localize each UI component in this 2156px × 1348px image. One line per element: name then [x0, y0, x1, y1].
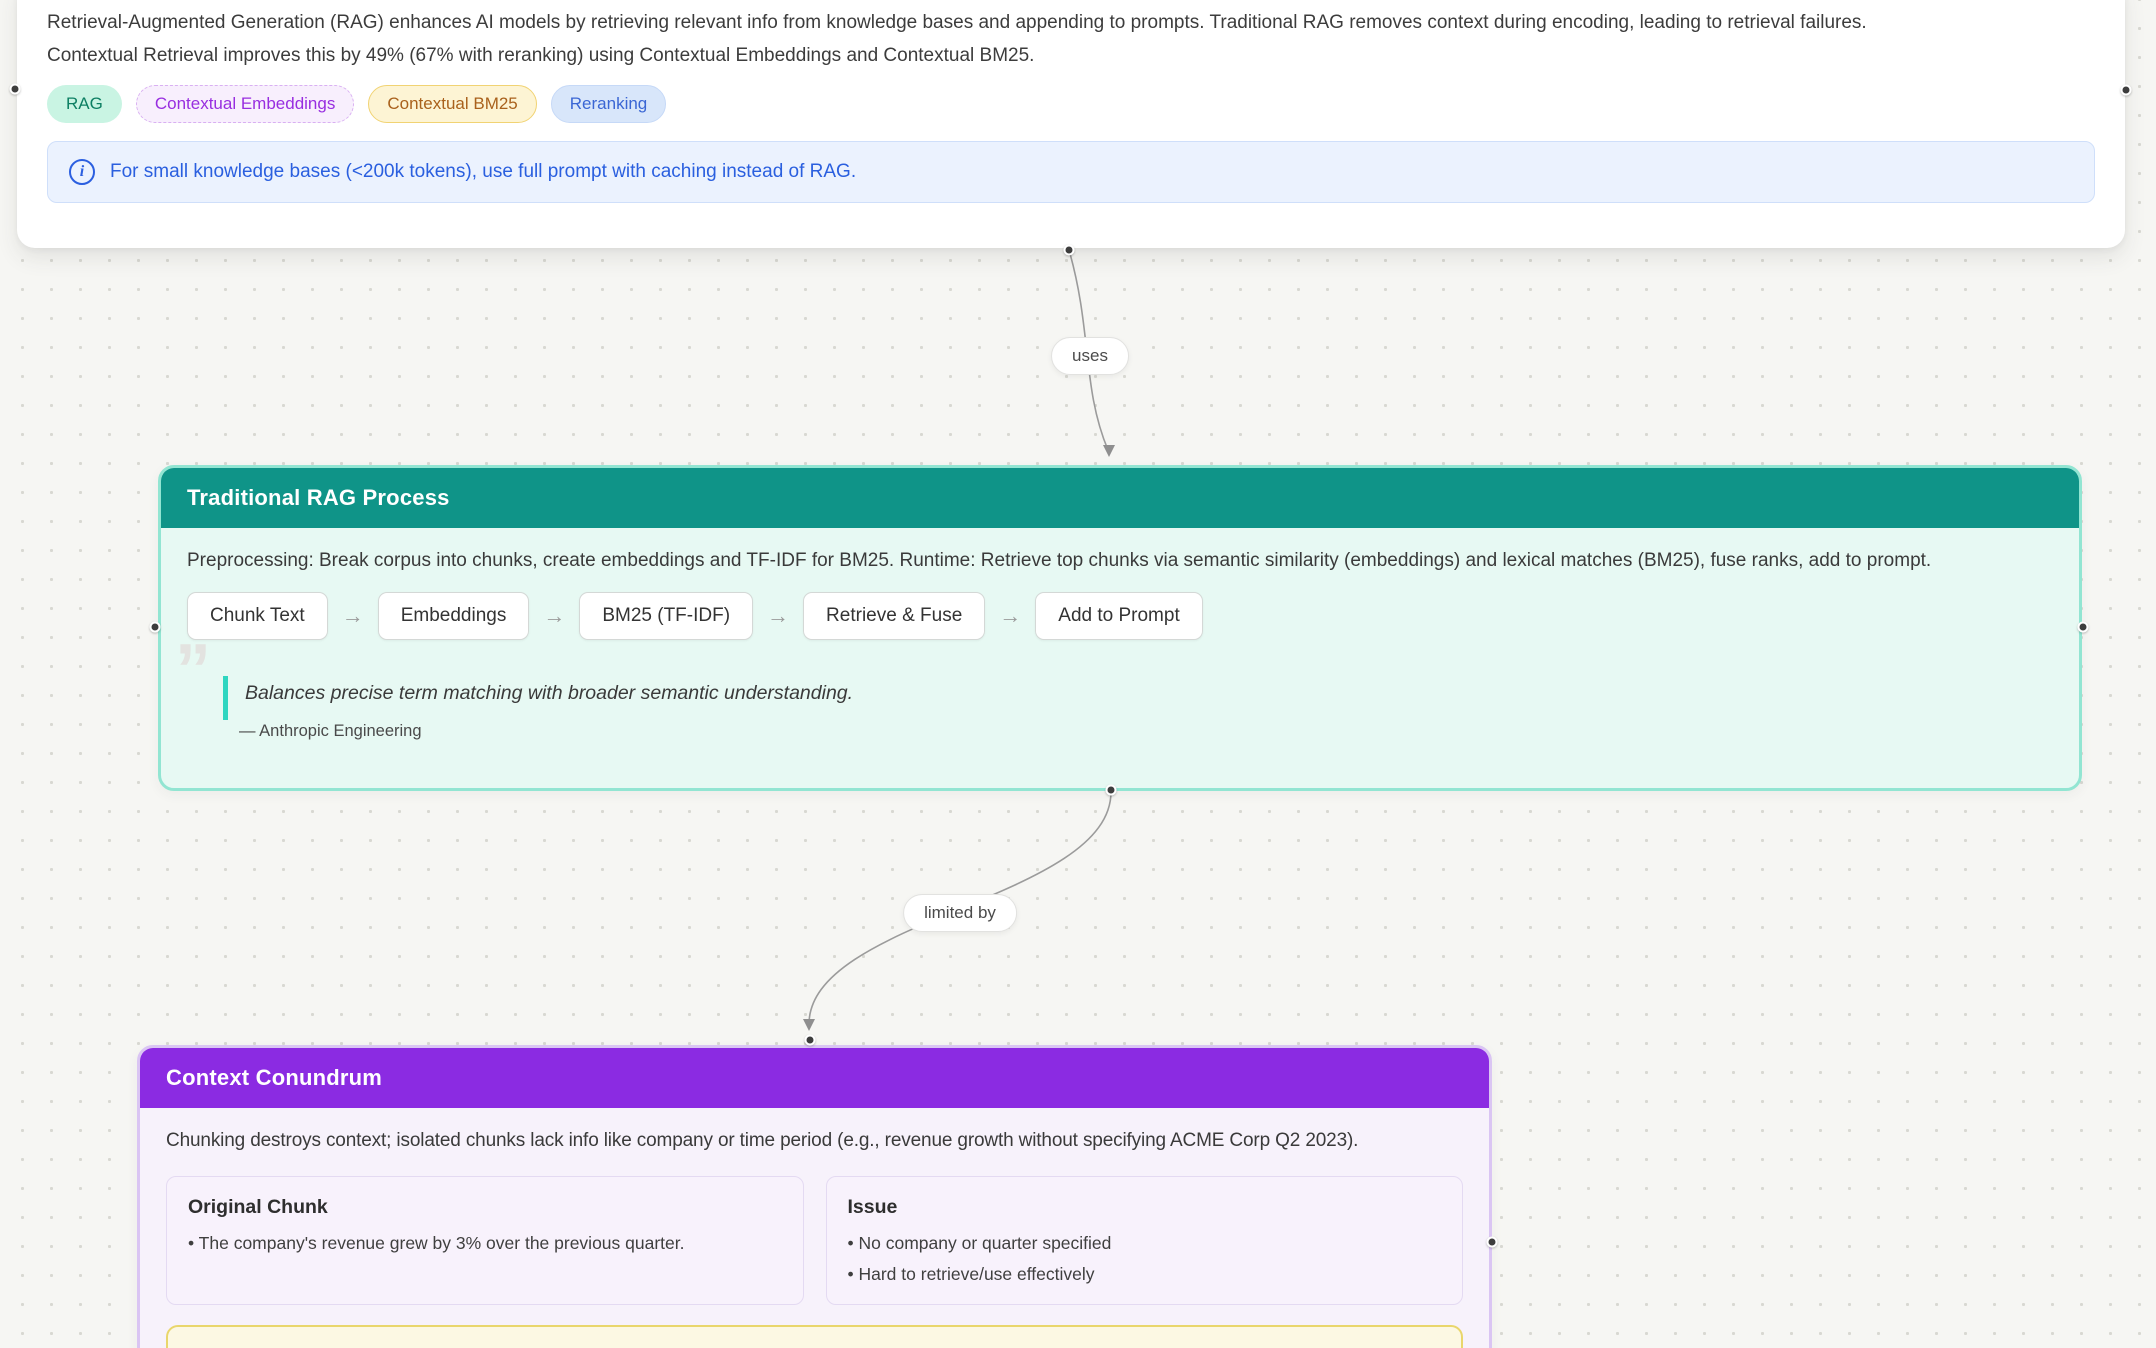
traditional-rag-header: Traditional RAG Process: [161, 468, 2079, 528]
diagram-canvas[interactable]: Retrieval-Augmented Generation (RAG) enh…: [0, 0, 2156, 1348]
quote-accent-bar: [223, 676, 228, 720]
connection-handle[interactable]: [10, 84, 21, 95]
traditional-rag-title: Traditional RAG Process: [187, 485, 450, 511]
bullet-item: • No company or quarter specified: [848, 1233, 1442, 1254]
bullet-item: • Hard to retrieve/use effectively: [848, 1264, 1442, 1285]
info-callout: i For small knowledge bases (<200k token…: [47, 141, 2095, 203]
node-traditional-rag-card[interactable]: Traditional RAG Process Preprocessing: B…: [158, 465, 2082, 791]
tag-contextual-embeddings[interactable]: Contextual Embeddings: [136, 85, 355, 123]
node-intro-card[interactable]: Retrieval-Augmented Generation (RAG) enh…: [17, 0, 2125, 248]
bullet-item: • The company's revenue grew by 3% over …: [188, 1233, 782, 1254]
traditional-rag-description: Preprocessing: Break corpus into chunks,…: [187, 550, 2053, 572]
context-conundrum-body: Chunking destroys context; isolated chun…: [140, 1108, 1489, 1348]
flow-arrow-icon: →: [342, 605, 364, 627]
info-callout-text: For small knowledge bases (<200k tokens)…: [110, 161, 856, 183]
intro-paragraph-line-2: Contextual Retrieval improves this by 49…: [47, 39, 2095, 72]
flow-row: Chunk Text → Embeddings → BM25 (TF-IDF) …: [187, 592, 2053, 640]
edge-uses-arrowhead: [1103, 445, 1115, 457]
subcard-original-chunk[interactable]: Original Chunk • The company's revenue g…: [166, 1176, 804, 1305]
flow-arrow-icon: →: [999, 605, 1021, 627]
edge-limited-by-arrowhead: [803, 1019, 815, 1031]
connection-handle[interactable]: [805, 1035, 816, 1046]
quote-mark-icon: ”: [175, 634, 207, 706]
quote-text: Balances precise term matching with broa…: [245, 668, 2053, 705]
subcards-row: Original Chunk • The company's revenue g…: [166, 1176, 1463, 1305]
flow-step-bm25[interactable]: BM25 (TF-IDF): [579, 592, 753, 640]
connection-handle[interactable]: [1487, 1237, 1498, 1248]
yellow-note-box: [166, 1325, 1463, 1348]
subcard-bullets: • The company's revenue grew by 3% over …: [188, 1233, 782, 1254]
flow-arrow-icon: →: [767, 605, 789, 627]
edge-label-limited-by[interactable]: limited by: [903, 894, 1017, 932]
context-conundrum-description: Chunking destroys context; isolated chun…: [166, 1130, 1463, 1152]
intro-paragraph-line-1: Retrieval-Augmented Generation (RAG) enh…: [47, 6, 2095, 39]
connection-handle[interactable]: [2078, 622, 2089, 633]
flow-step-retrieve-fuse[interactable]: Retrieve & Fuse: [803, 592, 985, 640]
tags-row: RAG Contextual Embeddings Contextual BM2…: [47, 85, 2095, 123]
connection-handle[interactable]: [1064, 245, 1075, 256]
flow-step-add-to-prompt[interactable]: Add to Prompt: [1035, 592, 1202, 640]
edge-label-uses[interactable]: uses: [1051, 337, 1129, 375]
subcard-bullets: • No company or quarter specified • Hard…: [848, 1233, 1442, 1285]
connection-handle[interactable]: [1106, 785, 1117, 796]
connection-handle[interactable]: [150, 622, 161, 633]
flow-step-embeddings[interactable]: Embeddings: [378, 592, 530, 640]
context-conundrum-header: Context Conundrum: [140, 1048, 1489, 1108]
context-conundrum-title: Context Conundrum: [166, 1065, 382, 1091]
info-icon: i: [69, 159, 95, 185]
quote-attribution: — Anthropic Engineering: [239, 722, 2053, 741]
flow-step-chunk-text[interactable]: Chunk Text: [187, 592, 328, 640]
tag-rag[interactable]: RAG: [47, 85, 122, 123]
node-context-conundrum-card[interactable]: Context Conundrum Chunking destroys cont…: [137, 1045, 1492, 1348]
tag-reranking[interactable]: Reranking: [551, 85, 667, 123]
subcard-heading: Original Chunk: [188, 1196, 782, 1219]
flow-arrow-icon: →: [543, 605, 565, 627]
quote-block: ” Balances precise term matching with br…: [187, 668, 2053, 741]
traditional-rag-body: Preprocessing: Break corpus into chunks,…: [161, 528, 2079, 763]
tag-contextual-bm25[interactable]: Contextual BM25: [368, 85, 536, 123]
connection-handle[interactable]: [2121, 85, 2132, 96]
subcard-issue[interactable]: Issue • No company or quarter specified …: [826, 1176, 1464, 1305]
subcard-heading: Issue: [848, 1196, 1442, 1219]
